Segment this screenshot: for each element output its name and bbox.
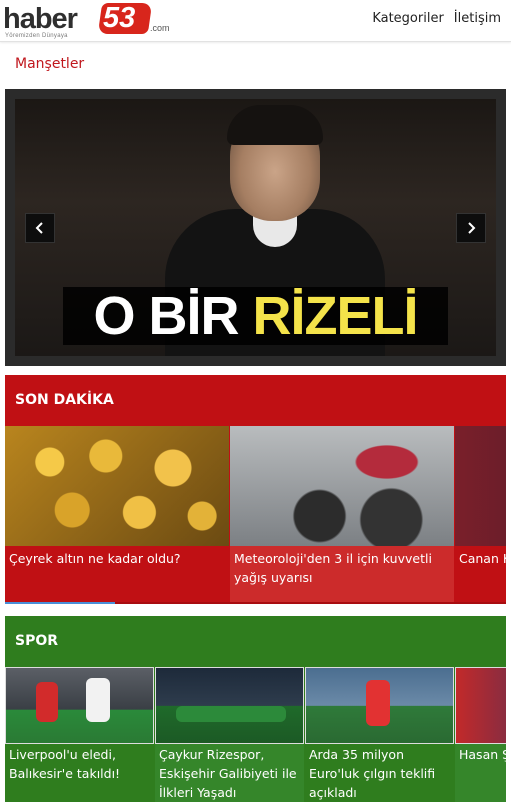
news-card-title[interactable]: Canan K açıklama bbox=[455, 546, 506, 602]
site-logo[interactable]: haber 53 .com Yöremizden Dünyaya bbox=[3, 2, 170, 39]
sports-card[interactable]: Çaykur Rizespor, Eskişehir Galibiyeti il… bbox=[155, 667, 304, 802]
headline-slide-image[interactable]: O BİR RİZELİ bbox=[15, 99, 496, 356]
sports-card[interactable]: Arda 35 milyon Euro'luk çılgın teklifi a… bbox=[305, 667, 454, 802]
slider-next-button[interactable] bbox=[456, 213, 486, 243]
news-card-image[interactable] bbox=[5, 426, 229, 546]
team-figure bbox=[176, 706, 286, 722]
caption-yellow-text: RİZELİ bbox=[252, 286, 419, 346]
sports-card-title[interactable]: Liverpool'u eledi, Balıkesir'e takıldı! bbox=[5, 744, 154, 802]
nav-contact-link[interactable]: İletişim bbox=[454, 11, 501, 26]
sports-card[interactable]: Hasan Ş şampiyo bbox=[455, 667, 506, 802]
headline-slider[interactable]: O BİR RİZELİ bbox=[5, 89, 506, 366]
top-bar: haber 53 .com Yöremizden Dünyaya Kategor… bbox=[0, 0, 511, 42]
carousel-progress-fill bbox=[5, 602, 116, 604]
sports-card-title[interactable]: Arda 35 milyon Euro'luk çılgın teklifi a… bbox=[305, 744, 454, 802]
nav-categories-link[interactable]: Kategoriler bbox=[372, 11, 443, 26]
logo-domain: .com bbox=[150, 23, 170, 33]
logo-tagline: Yöremizden Dünyaya bbox=[5, 33, 68, 39]
caption-white-text: O BİR bbox=[93, 286, 239, 346]
sports-card-image[interactable] bbox=[455, 667, 506, 744]
sports-card-image[interactable] bbox=[5, 667, 154, 744]
breaking-news-carousel[interactable]: Çeyrek altın ne kadar oldu? Meteoroloji'… bbox=[5, 426, 506, 602]
sports-card-image[interactable] bbox=[155, 667, 304, 744]
headline-caption: O BİR RİZELİ bbox=[63, 287, 448, 345]
news-card[interactable]: Çeyrek altın ne kadar oldu? bbox=[5, 426, 229, 602]
logo-word: haber bbox=[3, 3, 78, 35]
breaking-news-section: SON DAKİKA Çeyrek altın ne kadar oldu? M… bbox=[5, 375, 506, 604]
chevron-left-icon bbox=[35, 222, 43, 234]
news-card-image[interactable] bbox=[230, 426, 454, 546]
main-nav: Kategoriler İletişim bbox=[372, 11, 501, 26]
player-figure bbox=[86, 678, 110, 722]
sports-card-title[interactable]: Çaykur Rizespor, Eskişehir Galibiyeti il… bbox=[155, 744, 304, 802]
news-card-image[interactable] bbox=[455, 426, 506, 546]
logo-number: 53 bbox=[103, 2, 136, 34]
sports-carousel[interactable]: Liverpool'u eledi, Balıkesir'e takıldı! … bbox=[5, 667, 506, 802]
sports-title: SPOR bbox=[15, 632, 59, 649]
slider-prev-button[interactable] bbox=[25, 213, 55, 243]
news-card-title[interactable]: Meteoroloji'den 3 il için kuvvetli yağış… bbox=[230, 546, 454, 602]
carousel-progress-bar bbox=[5, 602, 506, 604]
news-card-title[interactable]: Çeyrek altın ne kadar oldu? bbox=[5, 546, 229, 602]
person-hair bbox=[227, 105, 323, 145]
news-card[interactable]: Canan K açıklama bbox=[455, 426, 506, 602]
chevron-right-icon bbox=[468, 222, 476, 234]
sports-card-title[interactable]: Hasan Ş şampiyo bbox=[455, 744, 506, 802]
news-card[interactable]: Meteoroloji'den 3 il için kuvvetli yağış… bbox=[230, 426, 454, 602]
sports-card-image[interactable] bbox=[305, 667, 454, 744]
sports-section: SPOR Liverpool'u eledi, Balıkesir'e takı… bbox=[5, 616, 506, 802]
breaking-news-title: SON DAKİKA bbox=[15, 391, 114, 408]
player-figure bbox=[366, 680, 390, 726]
sports-card[interactable]: Liverpool'u eledi, Balıkesir'e takıldı! bbox=[5, 667, 154, 802]
player-figure bbox=[36, 682, 58, 722]
headlines-title: Manşetler bbox=[15, 56, 85, 72]
